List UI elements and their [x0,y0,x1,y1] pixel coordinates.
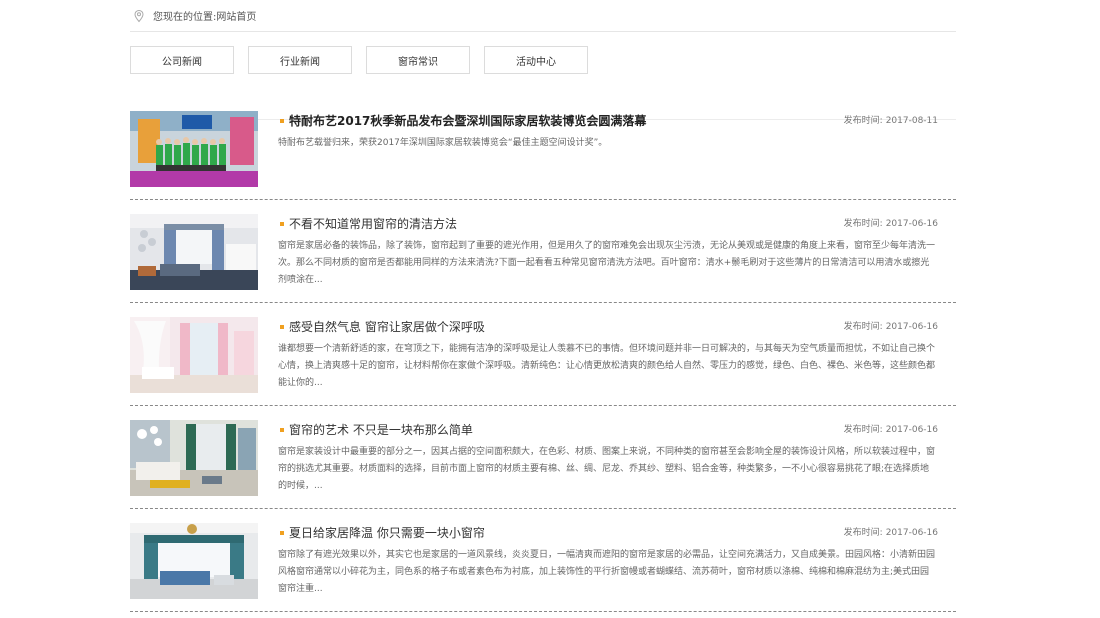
date-value: 2017-06-16 [885,425,938,435]
article-title-text: 不看不知道常用窗帘的清洁方法 [289,217,458,231]
article-title[interactable]: 窗帘的艺术 不只是一块布那么简单 [280,421,473,438]
article-item: 夏日给家居降温 你只需要一块小窗帘 发布时间: 2017-06-16 窗帘除了有遮… [130,509,956,612]
article-item: 特耐布艺2017秋季新品发布会暨深圳国际家居软装博览会圆满落幕 发布时间: 201… [130,97,956,200]
bullet-square-icon [280,118,284,123]
bullet-square-icon [280,427,284,432]
article-title[interactable]: 特耐布艺2017秋季新品发布会暨深圳国际家居软装博览会圆满落幕 [280,112,646,129]
date-value: 2017-06-16 [885,219,938,229]
tab-company-news[interactable]: 公司新闻 [130,46,234,74]
article-title-text: 夏日给家居降温 你只需要一块小窗帘 [289,526,485,540]
tab-events[interactable]: 活动中心 [484,46,588,74]
article-date: 发布时间: 2017-06-16 [844,422,938,435]
article-thumbnail[interactable] [130,317,258,393]
article-date: 发布时间: 2017-06-16 [844,319,938,332]
date-label: 发布时间: [843,425,883,435]
article-title[interactable]: 夏日给家居降温 你只需要一块小窗帘 [280,524,485,541]
tab-curtain-knowledge[interactable]: 窗帘常识 [366,46,470,74]
article-item: 不看不知道常用窗帘的清洁方法 发布时间: 2017-06-16 窗帘是家居必备的装… [130,200,956,303]
date-value: 2017-06-16 [885,322,938,332]
article-summary: 窗帘除了有遮光效果以外，其实它也是家居的一道风景线，炎炎夏日，一幅清爽而遮阳的窗… [278,550,936,594]
article-item: 感受自然气息 窗帘让家居做个深呼吸 发布时间: 2017-06-16 谁都想要一个… [130,303,956,406]
date-label: 发布时间: [843,116,883,126]
article-title-text: 感受自然气息 窗帘让家居做个深呼吸 [289,320,485,334]
article-summary: 特耐布艺载誉归来，荣获2017年深圳国际家居软装博览会“最佳主题空间设计奖”。 [278,138,608,148]
location-pin-icon [134,9,144,22]
breadcrumb-home-link[interactable]: 网站首页 [216,8,256,23]
bullet-square-icon [280,221,284,226]
article-title-text: 特耐布艺2017秋季新品发布会暨深圳国际家居软装博览会圆满落幕 [289,114,647,128]
bullet-square-icon [280,530,284,535]
date-label: 发布时间: [843,219,883,229]
article-title-text: 窗帘的艺术 不只是一块布那么简单 [289,423,473,437]
article-summary: 谁都想要一个清新舒适的家，在穹顶之下，能拥有洁净的深呼吸是让人羡慕不已的事情。但… [278,344,936,388]
date-label: 发布时间: [843,322,883,332]
article-list: 特耐布艺2017秋季新品发布会暨深圳国际家居软装博览会圆满落幕 发布时间: 201… [130,97,956,612]
news-page: 您现在的位置: 网站首页 公司新闻 行业新闻 窗帘常识 活动中心 特耐布艺201… [130,0,956,612]
article-item: 窗帘的艺术 不只是一块布那么简单 发布时间: 2017-06-16 窗帘是家装设计… [130,406,956,509]
article-summary: 窗帘是家居必备的装饰品，除了装饰，窗帘起到了重要的遮光作用，但是用久了的窗帘难免… [278,241,936,285]
article-thumbnail[interactable] [130,523,258,599]
breadcrumb-label: 您现在的位置: [153,12,217,23]
bullet-square-icon [280,324,284,329]
date-value: 2017-08-11 [885,116,938,126]
article-thumbnail[interactable] [130,214,258,290]
article-date: 发布时间: 2017-06-16 [844,525,938,538]
article-thumbnail[interactable] [130,111,258,187]
article-title[interactable]: 感受自然气息 窗帘让家居做个深呼吸 [280,318,485,335]
date-value: 2017-06-16 [885,528,938,538]
article-title[interactable]: 不看不知道常用窗帘的清洁方法 [280,215,457,232]
breadcrumb: 您现在的位置: 网站首页 [130,0,956,32]
tab-industry-news[interactable]: 行业新闻 [248,46,352,74]
date-label: 发布时间: [843,528,883,538]
article-date: 发布时间: 2017-06-16 [844,216,938,229]
article-thumbnail[interactable] [130,420,258,496]
article-summary: 窗帘是家装设计中最重要的部分之一，因其占据的空间面积颇大，在色彩、材质、图案上来… [278,447,936,491]
article-date: 发布时间: 2017-08-11 [844,113,938,126]
